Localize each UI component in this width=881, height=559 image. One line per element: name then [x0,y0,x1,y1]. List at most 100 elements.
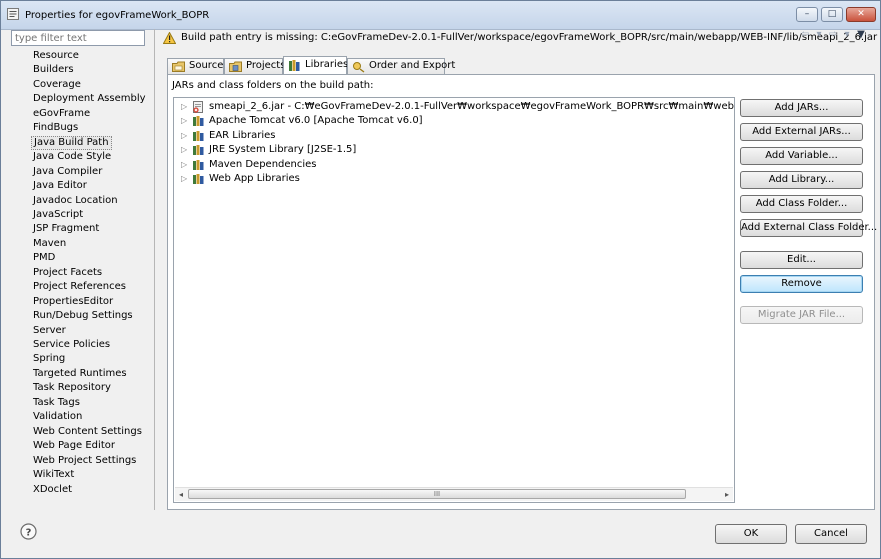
expand-arrow-icon[interactable]: ▷ [181,143,187,157]
nav-item-project-references[interactable]: Project References [31,280,128,294]
close-button[interactable]: ✕ [846,7,876,22]
add-library-button[interactable]: Add Library... [740,171,863,189]
back-menu-chevron-icon[interactable]: ▾ [812,29,826,40]
build-path-entry[interactable]: ▷ EAR Libraries [174,129,734,143]
expand-arrow-icon[interactable]: ▷ [181,100,187,114]
ok-button[interactable]: OK [715,524,787,544]
edit-button[interactable]: Edit... [740,251,863,269]
nav-item-task-repository[interactable]: Task Repository [31,381,113,395]
nav-item-project-facets[interactable]: Project Facets [31,266,104,280]
nav-item-web-project-settings[interactable]: Web Project Settings [31,454,138,468]
library-icon [193,159,204,170]
page-navigation: ⇦ ▾ ⇨ ▾ ▼ [798,29,868,49]
add-variable-button[interactable]: Add Variable... [740,147,863,165]
build-path-entry[interactable]: ▷ JRE System Library [J2SE-1.5] [174,143,734,157]
nav-item-propertieseditor[interactable]: PropertiesEditor [31,295,115,309]
nav-item-java-editor[interactable]: Java Editor [31,179,89,193]
expand-arrow-icon[interactable]: ▷ [181,172,187,186]
help-icon[interactable]: ? [20,523,37,540]
scroll-left-arrow-icon[interactable]: ◂ [175,489,187,500]
nav-item-egovframe[interactable]: eGovFrame [31,107,92,121]
build-path-entry[interactable]: ▷ Maven Dependencies [174,158,734,172]
forward-menu-chevron-icon[interactable]: ▾ [840,29,854,40]
tab-source[interactable]: Source [167,58,224,74]
build-path-entry[interactable]: ▷ smeapi_2_6.jar - C:₩eGovFrameDev-2.0.1-… [174,100,734,114]
build-path-entries-list[interactable]: ▷ smeapi_2_6.jar - C:₩eGovFrameDev-2.0.1-… [173,97,735,503]
build-path-entry[interactable]: ▷ Web App Libraries [174,172,734,186]
nav-item-run-debug-settings[interactable]: Run/Debug Settings [31,309,135,323]
nav-item-findbugs[interactable]: FindBugs [31,121,80,135]
entry-label: Maven Dependencies [209,158,317,170]
warning-icon [163,32,176,44]
source-folder-icon [172,61,185,72]
nav-item-web-page-editor[interactable]: Web Page Editor [31,439,117,453]
nav-item-task-tags[interactable]: Task Tags [31,396,82,410]
dialog-footer: ? OK Cancel [1,510,880,558]
library-icon [193,130,204,141]
remove-button[interactable]: Remove [740,275,863,293]
title-bar[interactable]: Properties for egovFrameWork_BOPR – □ ✕ [1,1,880,30]
cancel-button[interactable]: Cancel [795,524,867,544]
nav-item-xdoclet[interactable]: XDoclet [31,483,74,497]
nav-item-spring[interactable]: Spring [31,352,67,366]
build-path-list-label: JARs and class folders on the build path… [172,80,374,91]
library-icon [193,116,204,127]
maximize-button[interactable]: □ [821,7,843,22]
nav-item-validation[interactable]: Validation [31,410,84,424]
nav-item-targeted-runtimes[interactable]: Targeted Runtimes [31,367,129,381]
nav-item-resource[interactable]: Resource [31,49,81,63]
entry-label: Apache Tomcat v6.0 [Apache Tomcat v6.0] [209,115,423,127]
nav-item-server[interactable]: Server [31,324,68,338]
window-title: Properties for egovFrameWork_BOPR [25,10,210,21]
add-class-folder-button[interactable]: Add Class Folder... [740,195,863,213]
scroll-right-arrow-icon[interactable]: ▸ [721,489,733,500]
expand-arrow-icon[interactable]: ▷ [181,158,187,172]
expand-arrow-icon[interactable]: ▷ [181,129,187,143]
tab-label: Order and Export [369,60,456,71]
nav-item-builders[interactable]: Builders [31,63,76,77]
filter-input[interactable] [11,30,145,46]
nav-item-java-code-style[interactable]: Java Code Style [31,150,113,164]
nav-item-wikitext[interactable]: WikiText [31,468,76,482]
nav-item-maven[interactable]: Maven [31,237,68,251]
add-external-jars-button[interactable]: Add External JARs... [740,123,863,141]
tab-label: Projects [246,60,286,71]
nav-item-web-content-settings[interactable]: Web Content Settings [31,425,144,439]
minimize-button[interactable]: – [796,7,818,22]
tab-label: Libraries [305,59,349,70]
scrollbar-grip: III [433,490,441,498]
tab-libraries[interactable]: Libraries [283,56,349,74]
build-path-tabs: Source Projects Libraries Order and Expo… [167,56,667,74]
entry-label: smeapi_2_6.jar - C:₩eGovFrameDev-2.0.1-F… [209,101,734,112]
property-pages-pane: ResourceBuildersCoverageDeployment Assem… [7,30,153,509]
build-path-entry[interactable]: ▷ Apache Tomcat v6.0 [Apache Tomcat v6.0] [174,114,734,128]
nav-item-service-policies[interactable]: Service Policies [31,338,112,352]
back-arrow-icon[interactable]: ⇦ [798,29,812,40]
libraries-tab-panel: JARs and class folders on the build path… [167,74,877,510]
scrollbar-thumb[interactable]: III [188,489,686,499]
nav-item-jsp-fragment[interactable]: JSP Fragment [31,222,101,236]
nav-item-coverage[interactable]: Coverage [31,78,83,92]
help-glyph: ? [26,528,32,539]
nav-item-javascript[interactable]: JavaScript [31,208,85,222]
nav-item-java-build-path[interactable]: Java Build Path [31,135,112,150]
view-menu-chevron-icon[interactable]: ▼ [854,29,868,40]
nav-item-deployment-assembly[interactable]: Deployment Assembly [31,92,148,106]
tab-projects[interactable]: Projects [224,58,286,74]
tab-order-and-export[interactable]: Order and Export [347,58,455,74]
entry-label: JRE System Library [J2SE-1.5] [209,144,357,156]
expand-arrow-icon[interactable]: ▷ [181,114,187,128]
entry-label: EAR Libraries [209,129,276,141]
migrate-jar-file-button[interactable]: Migrate JAR File... [740,306,863,324]
add-jars-button[interactable]: Add JARs... [740,99,863,117]
library-icon [193,174,204,184]
horizontal-scrollbar[interactable]: ◂ III ▸ [175,487,733,501]
nav-item-pmd[interactable]: PMD [31,251,57,265]
eclipse-app-icon [7,8,19,20]
forward-arrow-icon[interactable]: ⇨ [826,29,840,40]
entry-label: Web App Libraries [209,173,300,184]
nav-item-javadoc-location[interactable]: Javadoc Location [31,194,120,208]
properties-dialog: Properties for egovFrameWork_BOPR – □ ✕ … [0,0,881,559]
add-external-class-folder-button[interactable]: Add External Class Folder... [740,219,877,237]
nav-item-java-compiler[interactable]: Java Compiler [31,165,104,179]
